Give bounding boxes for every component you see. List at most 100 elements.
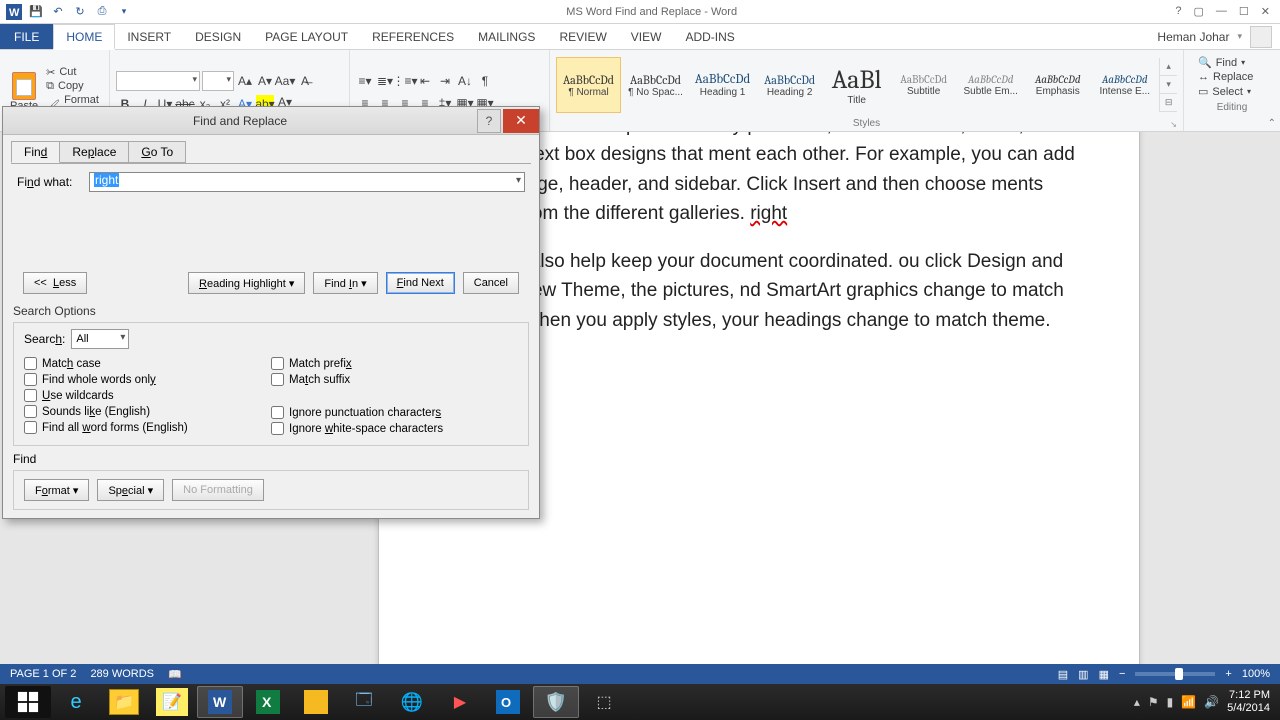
- save-icon[interactable]: 💾: [28, 4, 44, 20]
- avatar[interactable]: [1250, 26, 1272, 48]
- clear-formatting-icon[interactable]: A̶: [296, 72, 314, 90]
- tray-chevron-icon[interactable]: ▴: [1134, 695, 1140, 709]
- tab-file[interactable]: FILE: [0, 24, 53, 49]
- select-button[interactable]: ▭Select ▾: [1198, 85, 1266, 98]
- user-menu-caret[interactable]: ▾: [1237, 31, 1242, 42]
- sounds-like-checkbox[interactable]: Sounds like (English): [24, 405, 271, 418]
- shrink-font-icon[interactable]: A▾: [256, 72, 274, 90]
- match-suffix-checkbox[interactable]: Match suffix: [271, 373, 518, 386]
- tray-battery-icon[interactable]: ▮: [1167, 695, 1174, 709]
- styles-scroll[interactable]: ▴▾⊟: [1159, 58, 1177, 112]
- tab-design[interactable]: DESIGN: [183, 24, 253, 49]
- font-size-select[interactable]: [202, 71, 234, 91]
- whole-words-checkbox[interactable]: Find whole words only: [24, 373, 271, 386]
- styles-gallery[interactable]: AaBbCcDd¶ Normal AaBbCcDd¶ No Spac... Aa…: [556, 52, 1177, 118]
- dialog-tab-goto[interactable]: Go To: [128, 141, 186, 163]
- maximize-icon[interactable]: ☐: [1239, 5, 1249, 18]
- grow-font-icon[interactable]: A▴: [236, 72, 254, 90]
- format-button[interactable]: Format ▾: [24, 479, 89, 501]
- dialog-tab-find[interactable]: Find: [11, 141, 60, 163]
- less-button[interactable]: << Less: [23, 272, 87, 294]
- dialog-help-icon[interactable]: ?: [477, 109, 501, 133]
- cancel-button[interactable]: Cancel: [463, 272, 519, 294]
- increase-indent-icon[interactable]: ⇥: [436, 72, 454, 90]
- undo-icon[interactable]: ↶: [50, 4, 66, 20]
- taskbar-app2[interactable]: ⬚: [581, 686, 627, 718]
- taskbar-onenote[interactable]: [293, 686, 339, 718]
- cut-button[interactable]: ✂Cut: [46, 66, 76, 79]
- start-button[interactable]: [5, 686, 51, 718]
- word-forms-checkbox[interactable]: Find all word forms (English): [24, 421, 271, 434]
- style-emphasis[interactable]: AaBbCcDdEmphasis: [1025, 57, 1090, 113]
- multilevel-icon[interactable]: ⋮≡▾: [396, 72, 414, 90]
- minimize-icon[interactable]: —: [1216, 5, 1227, 18]
- taskbar-explorer[interactable]: 📁: [101, 686, 147, 718]
- find-in-button[interactable]: Find In ▾: [313, 272, 377, 294]
- numbering-icon[interactable]: ≣▾: [376, 72, 394, 90]
- bullets-icon[interactable]: ≡▾: [356, 72, 374, 90]
- tab-home[interactable]: HOME: [53, 24, 115, 50]
- ribbon-help-icon[interactable]: ?: [1175, 5, 1181, 18]
- taskbar-media[interactable]: ▶: [437, 686, 483, 718]
- tab-references[interactable]: REFERENCES: [360, 24, 466, 49]
- tab-view[interactable]: VIEW: [619, 24, 674, 49]
- sort-icon[interactable]: A↓: [456, 72, 474, 90]
- taskbar-sticky[interactable]: 📝: [149, 686, 195, 718]
- tab-addins[interactable]: ADD-INS: [673, 24, 746, 49]
- change-case-icon[interactable]: Aa▾: [276, 72, 294, 90]
- tray-network-icon[interactable]: 📶: [1181, 695, 1196, 709]
- style-nospacing[interactable]: AaBbCcDd¶ No Spac...: [623, 57, 688, 113]
- find-what-input[interactable]: right: [89, 172, 525, 192]
- style-normal[interactable]: AaBbCcDd¶ Normal: [556, 57, 621, 113]
- tray-volume-icon[interactable]: 🔊: [1204, 695, 1219, 709]
- tab-insert[interactable]: INSERT: [115, 24, 183, 49]
- tab-mailings[interactable]: MAILINGS: [466, 24, 547, 49]
- show-marks-icon[interactable]: ¶: [476, 72, 494, 90]
- replace-button[interactable]: ↔Replace: [1198, 71, 1266, 83]
- tray-clock[interactable]: 7:12 PM 5/4/2014: [1227, 689, 1270, 715]
- taskbar-word[interactable]: W: [197, 686, 243, 718]
- style-intense[interactable]: AaBbCcDdIntense E...: [1092, 57, 1157, 113]
- find-next-button[interactable]: Find Next: [386, 272, 455, 294]
- tab-page-layout[interactable]: PAGE LAYOUT: [253, 24, 360, 49]
- tray-flag-icon[interactable]: ⚑: [1148, 695, 1159, 709]
- qat-customize-icon[interactable]: ▾: [116, 4, 132, 20]
- dialog-close-icon[interactable]: ✕: [503, 109, 539, 133]
- close-icon[interactable]: ✕: [1261, 5, 1270, 18]
- dialog-tab-replace[interactable]: Replace: [59, 141, 129, 163]
- match-case-checkbox[interactable]: Match case: [24, 357, 271, 370]
- ribbon-display-icon[interactable]: ▢: [1194, 5, 1204, 18]
- font-name-select[interactable]: [116, 71, 200, 91]
- ignore-punctuation-checkbox[interactable]: Ignore punctuation characters: [271, 406, 518, 419]
- taskbar-outlook[interactable]: O: [485, 686, 531, 718]
- taskbar-app1[interactable]: 🗔: [341, 686, 387, 718]
- print-layout-icon[interactable]: ▥: [1078, 668, 1088, 681]
- redo-icon[interactable]: ↻: [72, 4, 88, 20]
- style-subtle-em[interactable]: AaBbCcDdSubtle Em...: [958, 57, 1023, 113]
- wildcards-checkbox[interactable]: Use wildcards: [24, 389, 271, 402]
- ignore-whitespace-checkbox[interactable]: Ignore white-space characters: [271, 422, 518, 435]
- taskbar-chrome[interactable]: 🌐: [389, 686, 435, 718]
- zoom-level[interactable]: 100%: [1242, 668, 1270, 680]
- tab-review[interactable]: REVIEW: [547, 24, 618, 49]
- search-direction-select[interactable]: All: [71, 329, 129, 349]
- special-button[interactable]: Special ▾: [97, 479, 164, 501]
- word-count[interactable]: 289 WORDS: [90, 668, 154, 680]
- reading-highlight-button[interactable]: Reading Highlight ▾: [188, 272, 305, 294]
- taskbar-excel[interactable]: X: [245, 686, 291, 718]
- style-subtitle[interactable]: AaBbCcDdSubtitle: [891, 57, 956, 113]
- dialog-titlebar[interactable]: Find and Replace ? ✕: [3, 107, 539, 135]
- collapse-ribbon-icon[interactable]: ⌃: [1268, 118, 1276, 129]
- spellcheck-icon[interactable]: 📖: [168, 668, 182, 681]
- styles-launcher-icon[interactable]: ↘: [1170, 120, 1177, 129]
- taskbar-ie[interactable]: e: [53, 686, 99, 718]
- taskbar-shield[interactable]: 🛡️: [533, 686, 579, 718]
- zoom-in-icon[interactable]: +: [1225, 668, 1231, 680]
- user-name[interactable]: Heman Johar: [1157, 30, 1229, 44]
- match-prefix-checkbox[interactable]: Match prefix: [271, 357, 518, 370]
- page-indicator[interactable]: PAGE 1 OF 2: [10, 668, 76, 680]
- style-heading2[interactable]: AaBbCcDdHeading 2: [757, 57, 822, 113]
- copy-button[interactable]: ⧉Copy: [46, 80, 84, 93]
- web-layout-icon[interactable]: ▦: [1099, 668, 1109, 681]
- style-title[interactable]: AaBlTitle: [824, 57, 889, 113]
